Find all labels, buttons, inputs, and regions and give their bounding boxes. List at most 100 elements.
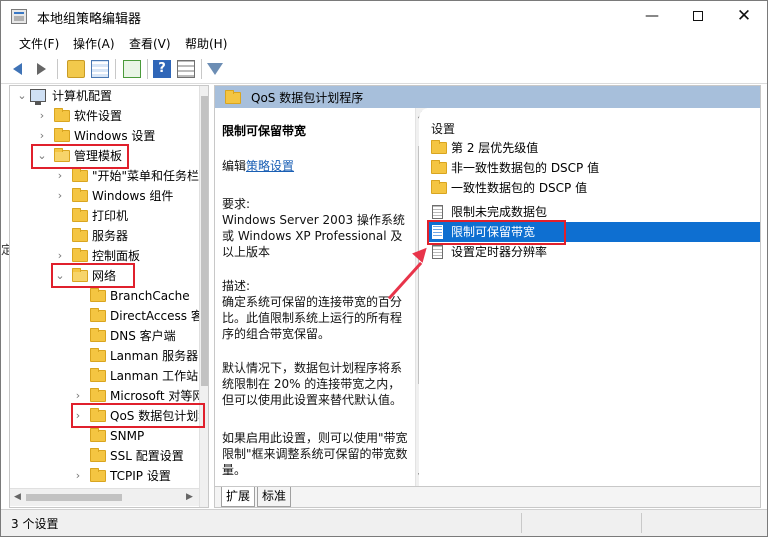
tree-horizontal-scrollbar[interactable]: ◀ ▶: [10, 488, 199, 506]
maximize-button[interactable]: [675, 1, 721, 32]
tree-item-lanman-server[interactable]: Lanman 服务器: [10, 346, 199, 366]
default-text: 默认情况下，数据包计划程序将系统限制在 20% 的连接带宽之内，但可以使用此设置…: [222, 361, 403, 407]
chevron-right-icon[interactable]: ›: [72, 466, 84, 486]
tree-item-start-menu[interactable]: › "开始"菜单和任务栏: [10, 166, 199, 186]
tree-item-admin-templates[interactable]: ⌄ 管理模板: [10, 146, 199, 166]
tree-item-tcpip[interactable]: › TCPIP 设置: [10, 466, 199, 486]
close-button[interactable]: ✕: [721, 1, 767, 32]
tree-item-label: Windows 组件: [92, 189, 174, 203]
chevron-right-icon[interactable]: ›: [36, 126, 48, 146]
tree-item-directaccess[interactable]: DirectAccess 客户端: [10, 306, 208, 326]
tree-item-label: 软件设置: [74, 109, 123, 123]
chevron-right-icon[interactable]: ›: [54, 186, 66, 206]
tree-item-printers[interactable]: 打印机: [10, 206, 199, 226]
description-text: 确定系统可保留的连接带宽的百分比。此值限制系统上运行的所有程序的组合带宽保留。: [222, 295, 403, 341]
view-tabs: 扩展 标准: [215, 486, 760, 507]
up-folder-icon[interactable]: [67, 60, 85, 78]
gpedit-app-icon: [11, 9, 27, 24]
tree-item-software-settings[interactable]: › 软件设置: [10, 106, 199, 126]
tree-item-windows-settings[interactable]: › Windows 设置: [10, 126, 199, 146]
tree-item-qos-scheduler[interactable]: › QoS 数据包计划程序: [10, 406, 208, 426]
back-arrow-icon: [13, 63, 22, 75]
chevron-right-icon[interactable]: ›: [36, 106, 48, 126]
menu-file[interactable]: 文件(F): [19, 35, 59, 52]
tree-item-label: TCPIP 设置: [110, 469, 171, 483]
tree-item-branchcache[interactable]: BranchCache: [10, 286, 199, 306]
scroll-left-icon[interactable]: ◀: [14, 492, 21, 502]
folder-icon: [90, 408, 106, 422]
show-hide-tree-icon[interactable]: [91, 60, 109, 78]
status-text: 3 个设置: [11, 517, 59, 531]
status-divider: [641, 513, 642, 533]
toolbar-separator: [115, 59, 116, 79]
folder-icon: [72, 168, 88, 182]
tree-item-control-panel[interactable]: › 控制面板: [10, 246, 199, 266]
tree-item-microsoft-p2p[interactable]: › Microsoft 对等网络: [10, 386, 208, 406]
back-button[interactable]: [11, 60, 29, 78]
tree-item-computer-config[interactable]: ⌄ 计算机配置: [10, 86, 199, 106]
setting-nonconforming-dscp[interactable]: 非一致性数据包的 DSCP 值: [429, 158, 760, 178]
folder-icon: [431, 140, 447, 154]
folder-icon: [431, 180, 447, 194]
title-bar[interactable]: 本地组策略编辑器 — ✕: [1, 1, 767, 32]
settings-column-header[interactable]: 设置: [431, 120, 455, 137]
tree-item-dns-client[interactable]: DNS 客户端: [10, 326, 199, 346]
policy-title: 限制可保留带宽: [222, 124, 307, 138]
setting-label: 第 2 层优先级值: [451, 141, 539, 155]
chevron-right-icon[interactable]: ›: [72, 406, 84, 426]
folder-icon: [90, 448, 106, 462]
menu-help[interactable]: 帮助(H): [185, 35, 227, 52]
view-icon[interactable]: [177, 60, 195, 78]
details-header-title: QoS 数据包计划程序: [251, 91, 364, 105]
setting-limit-reservable-bandwidth[interactable]: 限制可保留带宽: [429, 222, 760, 242]
scroll-thumb[interactable]: [26, 494, 122, 501]
tree-item-network[interactable]: ⌄ 网络: [10, 266, 199, 286]
tree-vertical-scrollbar[interactable]: [199, 86, 208, 507]
setting-label: 一致性数据包的 DSCP 值: [451, 181, 588, 195]
chevron-down-icon[interactable]: ⌄: [36, 146, 48, 166]
folder-icon: [72, 248, 88, 262]
minimize-button[interactable]: —: [629, 1, 675, 32]
tree-item-windows-components[interactable]: › Windows 组件: [10, 186, 199, 206]
folder-icon: [90, 468, 106, 482]
menu-bar: 文件(F) 操作(A) 查看(V) 帮助(H): [1, 32, 767, 54]
forward-button[interactable]: [31, 60, 49, 78]
chevron-right-icon[interactable]: ›: [54, 246, 66, 266]
setting-conforming-dscp[interactable]: 一致性数据包的 DSCP 值: [429, 178, 760, 198]
tree-item-label: SNMP: [110, 429, 145, 443]
export-list-icon[interactable]: [123, 60, 141, 78]
help-icon[interactable]: ?: [153, 60, 171, 78]
filter-icon[interactable]: [207, 63, 223, 75]
details-pane: QoS 数据包计划程序 限制可保留带宽 编辑策略设置 要求: Windows S…: [214, 85, 761, 508]
chevron-right-icon[interactable]: ›: [72, 386, 84, 406]
tree-item-snmp[interactable]: SNMP: [10, 426, 199, 446]
scroll-thumb[interactable]: [201, 96, 208, 386]
tab-standard[interactable]: 标准: [257, 487, 292, 507]
scroll-right-icon[interactable]: ▶: [186, 492, 193, 502]
policy-setting-icon: [432, 205, 443, 219]
chevron-down-icon[interactable]: ⌄: [54, 266, 66, 286]
edit-policy-link[interactable]: 策略设置: [246, 159, 294, 173]
tree-item-ssl-config[interactable]: SSL 配置设置: [10, 446, 199, 466]
chevron-down-icon[interactable]: ⌄: [16, 86, 28, 106]
tree-item-lanman-workstation[interactable]: Lanman 工作站: [10, 366, 199, 386]
folder-icon: [90, 388, 106, 402]
setting-limit-outstanding-packets[interactable]: 限制未完成数据包: [429, 202, 760, 222]
requirements-text: Windows Server 2003 操作系统或 Windows XP Pro…: [222, 213, 405, 259]
chevron-right-icon[interactable]: ›: [54, 166, 66, 186]
setting-timer-resolution[interactable]: 设置定时器分辨率: [429, 242, 760, 262]
tree-item-label: Windows 设置: [74, 129, 156, 143]
tab-extended[interactable]: 扩展: [221, 487, 256, 507]
tree-item-label: 计算机配置: [52, 89, 113, 103]
toolbar-separator: [57, 59, 58, 79]
requirements-label: 要求:: [222, 197, 251, 211]
folder-icon: [72, 208, 88, 222]
tree-pane: ⌄ 计算机配置 › 软件设置 › Windows 设置 ⌄ 管理模板 › "开始…: [9, 85, 209, 508]
tree-item-label: BranchCache: [110, 289, 190, 303]
tree-item-server[interactable]: 服务器: [10, 226, 199, 246]
folder-icon: [54, 108, 70, 122]
window-title: 本地组策略编辑器: [37, 12, 142, 27]
menu-action[interactable]: 操作(A): [73, 35, 115, 52]
menu-view[interactable]: 查看(V): [129, 35, 171, 52]
setting-layer2-priority[interactable]: 第 2 层优先级值: [429, 138, 760, 158]
